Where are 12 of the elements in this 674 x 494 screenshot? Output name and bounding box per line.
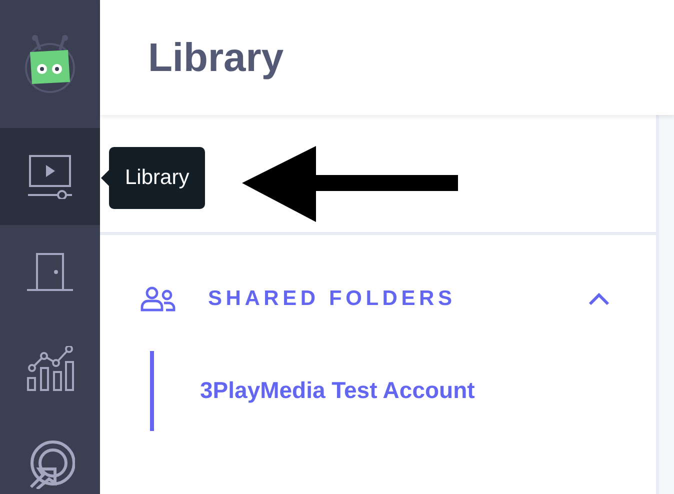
people-icon	[140, 286, 176, 312]
sidebar-item[interactable]	[0, 128, 100, 225]
robot-logo-icon	[22, 34, 78, 94]
door-icon	[26, 253, 74, 293]
folder-link[interactable]: 3PlayMedia Test Account	[200, 373, 475, 408]
tooltip: Library	[109, 147, 206, 209]
tooltip-pointer	[101, 170, 109, 186]
bar-chart-icon	[26, 346, 74, 392]
section-title: SHARED FOLDERS	[208, 286, 456, 312]
video-player-icon	[27, 154, 73, 198]
page-title: Library	[148, 34, 284, 82]
chevron-icon	[588, 292, 610, 306]
